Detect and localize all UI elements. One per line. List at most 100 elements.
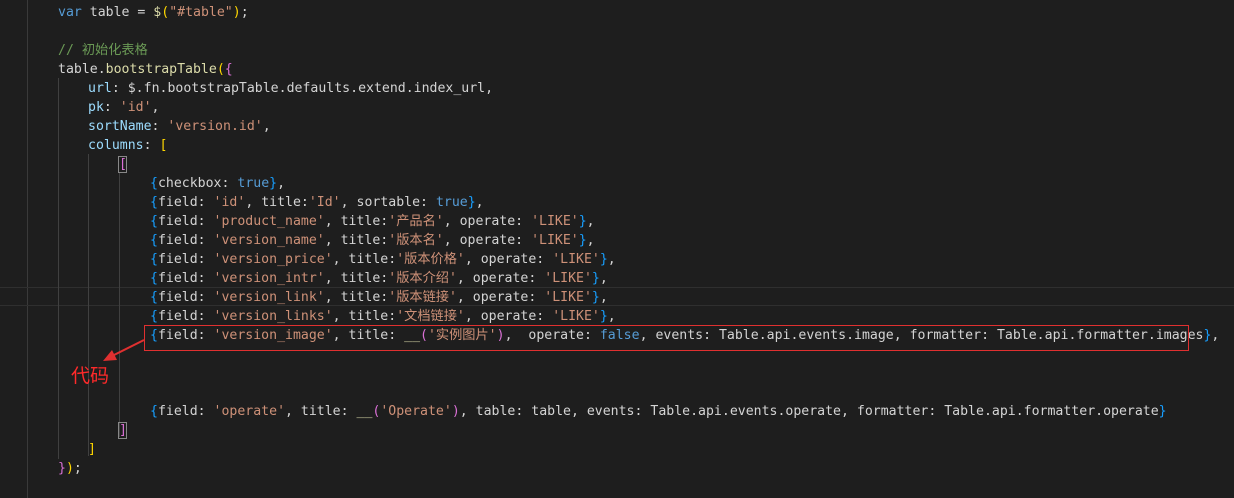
code-line[interactable]: sortName: 'version.id',: [88, 117, 271, 136]
code-line[interactable]: url: $.fn.bootstrapTable.defaults.extend…: [88, 79, 493, 98]
code-token: ): [232, 5, 241, 20]
code-token: .: [405, 81, 414, 96]
code-token: :: [151, 119, 168, 134]
code-token: '版本名': [388, 233, 444, 248]
code-token: :: [197, 271, 214, 286]
code-line[interactable]: ]: [119, 421, 127, 440]
code-token: 'LIKE': [544, 271, 592, 286]
code-token: events: [729, 404, 778, 419]
code-token: :: [197, 252, 214, 267]
code-token: :: [515, 233, 532, 248]
code-token: :: [197, 309, 214, 324]
code-line[interactable]: {checkbox: true},: [150, 174, 285, 193]
code-token: :: [197, 290, 214, 305]
code-token: ,: [332, 252, 349, 267]
code-token: ,: [586, 233, 595, 248]
code-token: '版本链接': [388, 290, 457, 305]
code-line[interactable]: });: [58, 459, 82, 478]
code-token: ]: [119, 423, 127, 438]
code-token: {: [150, 195, 158, 210]
code-token: .: [721, 404, 730, 419]
code-token: ,: [1211, 328, 1220, 343]
code-token: Table: [944, 404, 984, 419]
code-token: :: [388, 309, 397, 324]
code-line[interactable]: {field: 'id', title:'Id', sortable: true…: [150, 193, 484, 212]
code-token: title: [340, 214, 381, 229]
code-token: [: [119, 157, 127, 172]
code-token: table: [475, 404, 516, 419]
code-token: operate: [472, 271, 529, 286]
code-token: :: [515, 214, 532, 229]
code-token: columns: [88, 138, 144, 153]
code-token: '版本介绍': [388, 271, 457, 286]
code-token: ,: [599, 271, 608, 286]
code-token: title: [340, 233, 381, 248]
code-token: true: [435, 195, 468, 210]
code-line[interactable]: [: [119, 155, 127, 174]
code-line[interactable]: {field: 'version_links', title:'文档链接', o…: [150, 307, 616, 326]
code-token: ,: [340, 195, 357, 210]
code-token: }: [578, 214, 587, 229]
code-token: operate: [480, 252, 537, 267]
indent-guide: [119, 173, 120, 437]
code-token: ,: [840, 404, 857, 419]
code-token: 'version_links': [213, 309, 333, 324]
code-token: 'LIKE': [531, 214, 579, 229]
code-token: ,: [456, 290, 473, 305]
code-token: ,: [245, 195, 262, 210]
code-token: '产品名': [388, 214, 444, 229]
code-line[interactable]: {field: 'version_link', title: '版本链接', op…: [150, 288, 608, 307]
code-token: Table: [650, 404, 691, 419]
code-token: index_url: [413, 81, 486, 96]
code-token: api: [991, 404, 1016, 419]
code-token: :: [536, 252, 553, 267]
code-line[interactable]: table.bootstrapTable({: [58, 60, 233, 79]
code-line[interactable]: // 初始化表格: [58, 41, 148, 60]
code-token: ,: [475, 195, 484, 210]
code-token: 'version_name': [213, 233, 325, 248]
code-token: :: [634, 404, 651, 419]
code-token: field: [157, 195, 198, 210]
code-token: :: [388, 252, 397, 267]
code-token: 'version.id': [167, 119, 263, 134]
code-token: :: [420, 195, 436, 210]
code-token: true: [237, 176, 270, 191]
code-token: ,: [324, 233, 341, 248]
code-line[interactable]: {field: 'version_intr', title: '版本介绍', op…: [150, 269, 608, 288]
code-line[interactable]: {field: 'product_name', title: '产品名', ope…: [150, 212, 595, 231]
code-token: ,: [464, 309, 481, 324]
code-token: 'version_price': [213, 252, 333, 267]
code-token: }: [467, 195, 476, 210]
code-token: 'Id': [308, 195, 341, 210]
code-token: .: [97, 62, 106, 77]
code-token: :: [928, 404, 945, 419]
code-token: '文档链接': [396, 309, 465, 324]
code-token: ,: [324, 290, 341, 305]
code-token: title: [300, 404, 341, 419]
code-line[interactable]: {field: 'version_name', title: '版本名', ope…: [150, 231, 595, 250]
code-token: :: [103, 100, 120, 115]
code-token: :: [221, 176, 238, 191]
code-token: :: [143, 138, 160, 153]
code-token: ,: [456, 271, 473, 286]
code-token: ,: [485, 81, 494, 96]
code-token: ,: [262, 119, 271, 134]
code-token: ,: [151, 100, 160, 115]
code-token: {: [150, 404, 158, 419]
code-token: fn: [143, 81, 160, 96]
code-line[interactable]: {field: 'version_price', title:'版本价格', o…: [150, 250, 616, 269]
code-token: formatter: [856, 404, 929, 419]
code-token: // 初始化表格: [58, 43, 148, 58]
code-token: :: [528, 271, 545, 286]
code-line[interactable]: ]: [88, 440, 96, 459]
code-line[interactable]: columns: [: [88, 136, 167, 155]
code-line[interactable]: var table = $("#table");: [58, 3, 249, 22]
code-token: {: [224, 62, 233, 77]
code-token: ,: [277, 176, 286, 191]
code-token: ;: [73, 461, 82, 476]
code-token: ]: [88, 442, 96, 457]
code-token: ,: [459, 404, 476, 419]
code-line[interactable]: {field: 'operate', title: __('Operate'),…: [150, 402, 1167, 421]
code-editor[interactable]: var table = $("#table"); // 初始化表格 table.bo…: [0, 0, 1234, 498]
code-line[interactable]: pk: 'id',: [88, 98, 160, 117]
